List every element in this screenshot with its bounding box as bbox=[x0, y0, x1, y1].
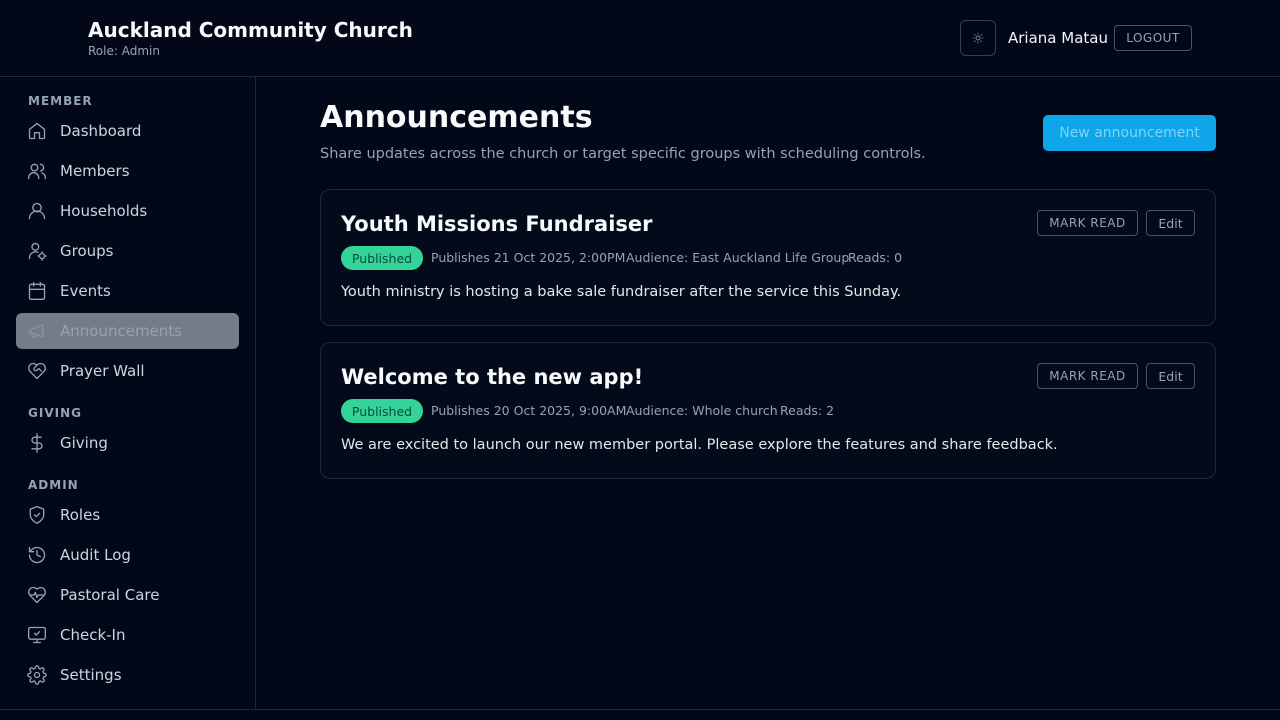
footer-divider bbox=[0, 709, 1280, 710]
sidebar-item-label: Members bbox=[60, 162, 130, 180]
section-label-member: MEMBER bbox=[28, 94, 93, 108]
sidebar-item-label: Audit Log bbox=[60, 546, 131, 564]
gear-icon bbox=[27, 665, 47, 685]
section-label-giving: GIVING bbox=[28, 406, 82, 420]
calendar-icon bbox=[28, 282, 46, 300]
user-cog-icon bbox=[28, 242, 47, 261]
announcement-card: Youth Missions Fundraiser Published Publ… bbox=[320, 189, 1216, 326]
heart-pulse-icon bbox=[28, 586, 46, 604]
status-badge: Published bbox=[341, 399, 423, 423]
page-subtitle: Share updates across the church or targe… bbox=[320, 146, 926, 162]
sidebar: MEMBER Dashboard Members Households Grou… bbox=[0, 77, 256, 710]
sidebar-item-label: Groups bbox=[60, 242, 114, 260]
page-title: Announcements bbox=[320, 100, 593, 135]
sidebar-item-label: Pastoral Care bbox=[60, 586, 160, 604]
announcement-body: We are excited to launch our new member … bbox=[341, 437, 1058, 453]
mark-read-button[interactable]: MARK READ bbox=[1037, 210, 1138, 236]
sidebar-item-label: Announcements bbox=[60, 322, 182, 340]
status-badge: Published bbox=[341, 246, 423, 270]
sidebar-item-settings[interactable]: Settings bbox=[16, 657, 239, 693]
publish-date: Publishes 21 Oct 2025, 2:00PM bbox=[431, 250, 626, 265]
mark-read-button[interactable]: MARK READ bbox=[1037, 363, 1138, 389]
sidebar-item-label: Events bbox=[60, 282, 111, 300]
user-name: Ariana Matau bbox=[1008, 29, 1108, 47]
theme-toggle-button[interactable] bbox=[960, 20, 996, 56]
announcement-body: Youth ministry is hosting a bake sale fu… bbox=[341, 284, 902, 300]
audience-label: Audience: East Auckland Life Group bbox=[626, 250, 850, 265]
megaphone-icon bbox=[28, 324, 44, 338]
top-header: Auckland Community Church Role: Admin Ar… bbox=[0, 0, 1280, 77]
monitor-check-icon bbox=[28, 626, 46, 644]
org-name: Auckland Community Church bbox=[88, 18, 413, 42]
sidebar-item-audit-log[interactable]: Audit Log bbox=[16, 537, 239, 573]
publish-date: Publishes 20 Oct 2025, 9:00AM bbox=[431, 403, 627, 418]
new-announcement-button[interactable]: New announcement bbox=[1043, 115, 1216, 151]
sidebar-item-label: Prayer Wall bbox=[60, 362, 145, 380]
reads-count: Reads: 0 bbox=[848, 250, 903, 265]
logout-button[interactable]: LOGOUT bbox=[1114, 25, 1192, 51]
sidebar-item-roles[interactable]: Roles bbox=[16, 497, 239, 533]
users-icon bbox=[28, 163, 46, 180]
sidebar-item-dashboard[interactable]: Dashboard bbox=[16, 113, 239, 149]
sidebar-item-label: Giving bbox=[60, 434, 108, 452]
edit-button[interactable]: Edit bbox=[1146, 210, 1195, 236]
home-icon bbox=[28, 122, 46, 140]
sidebar-item-households[interactable]: Households bbox=[16, 193, 239, 229]
history-icon bbox=[28, 546, 46, 564]
announcement-title: Welcome to the new app! bbox=[341, 365, 644, 389]
sidebar-item-label: Settings bbox=[60, 666, 122, 684]
edit-button[interactable]: Edit bbox=[1146, 363, 1195, 389]
user-icon bbox=[28, 202, 46, 220]
sun-icon bbox=[972, 32, 984, 44]
audience-label: Audience: Whole church bbox=[626, 403, 778, 418]
role-label: Role: Admin bbox=[88, 44, 160, 58]
sidebar-item-label: Dashboard bbox=[60, 122, 142, 140]
sidebar-item-groups[interactable]: Groups bbox=[16, 233, 239, 269]
sidebar-item-label: Roles bbox=[60, 506, 101, 524]
reads-count: Reads: 2 bbox=[780, 403, 835, 418]
sidebar-item-pastoral-care[interactable]: Pastoral Care bbox=[16, 577, 239, 613]
shield-check-icon bbox=[29, 506, 45, 524]
sidebar-item-label: Check-In bbox=[60, 626, 126, 644]
announcement-card: Welcome to the new app! Published Publis… bbox=[320, 342, 1216, 479]
sidebar-item-check-in[interactable]: Check-In bbox=[16, 617, 239, 653]
sidebar-item-announcements[interactable]: Announcements bbox=[16, 313, 239, 349]
sidebar-item-events[interactable]: Events bbox=[16, 273, 239, 309]
sidebar-item-label: Households bbox=[60, 202, 148, 220]
section-label-admin: ADMIN bbox=[28, 478, 79, 492]
sidebar-item-giving[interactable]: Giving bbox=[16, 425, 239, 461]
sidebar-item-members[interactable]: Members bbox=[16, 153, 239, 189]
sidebar-item-prayer-wall[interactable]: Prayer Wall bbox=[16, 353, 239, 389]
dollar-icon bbox=[31, 433, 43, 453]
heart-handshake-icon bbox=[28, 362, 46, 380]
announcement-title: Youth Missions Fundraiser bbox=[341, 212, 653, 236]
